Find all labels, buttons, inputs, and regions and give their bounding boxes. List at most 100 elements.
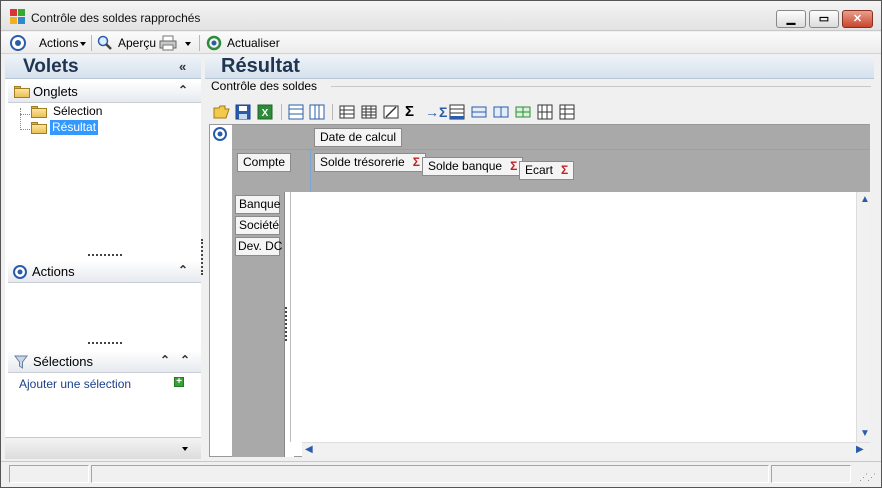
splitter-grip[interactable] (88, 254, 122, 256)
data-field-solde-banque[interactable]: Solde banque Σ (422, 157, 524, 176)
apercu-button[interactable]: Aperçu (118, 35, 156, 51)
volets-title: Volets (23, 56, 79, 77)
percent-grid-icon[interactable] (383, 104, 400, 120)
scroll-right-icon[interactable]: ▶ (856, 445, 864, 455)
open-folder-icon[interactable] (213, 104, 230, 120)
totals-grid-icon[interactable] (449, 104, 466, 120)
scroll-left-icon[interactable]: ◀ (305, 445, 313, 455)
actualiser-button[interactable]: Actualiser (227, 35, 280, 51)
print-button[interactable] (159, 35, 179, 51)
onglets-label: Onglets (33, 84, 78, 99)
add-total-icon[interactable]: →Σ (425, 104, 447, 120)
actions-section-label: Actions (32, 264, 75, 279)
save-icon[interactable] (235, 104, 252, 120)
selections-section-header[interactable]: Sélections ⌃ ⌃ (8, 351, 201, 373)
tree-item-label: Résultat (50, 120, 99, 135)
plus-icon[interactable]: + (174, 377, 184, 387)
scroll-up-icon[interactable]: ▲ (860, 195, 870, 205)
collapse-up-icon[interactable]: ⌃ (160, 353, 170, 367)
pivot-row-field-area: Banque Société Dev. DC (232, 192, 284, 457)
sum-icon[interactable]: Σ (405, 104, 422, 120)
add-selection-link[interactable]: Ajouter une sélection (19, 377, 131, 391)
close-button[interactable]: ✕ (842, 10, 873, 28)
folder-icon (31, 106, 47, 118)
data-field-solde-tresorerie[interactable]: Solde trésorerie Σ (314, 153, 426, 172)
expand-columns-icon[interactable] (493, 104, 510, 120)
filter-icon (14, 355, 28, 372)
maximize-button[interactable]: ▭ (809, 10, 839, 28)
resize-grip-icon[interactable]: ⋰⋰ (859, 472, 876, 483)
actions-menu-label: Actions (39, 36, 79, 50)
pivot-grid: Date de calcul Compte Solde trésorerie Σ … (209, 124, 870, 457)
minimize-icon: ▁ (786, 13, 796, 25)
collapse-section-icon[interactable]: ⌃ (180, 353, 190, 367)
header-divider (310, 149, 311, 192)
status-cell (91, 465, 769, 483)
maximize-icon: ▭ (818, 13, 830, 25)
layout-rows-icon[interactable] (288, 104, 305, 120)
row-header-field-compte[interactable]: Compte (237, 153, 292, 172)
collapse-columns-icon[interactable] (537, 104, 554, 120)
onglets-section-header[interactable]: Onglets ⌃ (8, 81, 201, 103)
sigma-icon: Σ (510, 159, 518, 173)
folder-icon (14, 86, 30, 98)
column-resize-grip[interactable] (285, 307, 287, 341)
row-field-dev-dc[interactable]: Dev. DC (235, 237, 282, 256)
left-pane: Volets « Onglets ⌃ Sélection Résultat Ac… (5, 55, 201, 459)
actions-section-header[interactable]: Actions ⌃ (8, 261, 201, 283)
expand-rows-icon[interactable] (471, 104, 488, 120)
pivot-header-area: Date de calcul Compte Solde trésorerie Σ … (232, 125, 870, 192)
status-cell (771, 465, 851, 483)
status-bar: ⋰⋰ (1, 461, 881, 487)
collapse-section-icon[interactable]: ⌃ (178, 263, 188, 277)
grid-dense-icon[interactable] (361, 104, 378, 120)
sigma-icon: Σ (412, 155, 420, 169)
toolbar-separator (281, 104, 282, 120)
main-window: Contrôle des soldes rapprochés ▁ ▭ ✕ Act… (0, 0, 882, 488)
page-title: Résultat (221, 55, 300, 77)
layout-columns-icon[interactable] (309, 104, 326, 120)
chevron-down-icon (185, 41, 191, 46)
grid-toolbar: X Σ →Σ (209, 101, 869, 123)
column-field-date-de-calcul[interactable]: Date de calcul (314, 128, 403, 147)
collapse-rows-icon[interactable] (559, 104, 576, 120)
scroll-down-icon[interactable]: ▼ (860, 429, 870, 439)
toolbar-separator (199, 35, 200, 51)
chevron-down-icon[interactable] (182, 447, 188, 451)
grid-icon[interactable] (339, 104, 356, 120)
data-field-label: Solde trésorerie (320, 155, 405, 169)
collapse-pane-icon[interactable]: « (179, 59, 186, 74)
app-icon (10, 9, 26, 25)
minimize-button[interactable]: ▁ (776, 10, 806, 28)
title-bar: Contrôle des soldes rapprochés ▁ ▭ ✕ (1, 1, 881, 31)
pivot-data-area[interactable] (294, 192, 856, 442)
group-box-line (331, 86, 871, 87)
splitter-grip[interactable] (88, 342, 122, 344)
svg-text:X: X (262, 108, 269, 119)
magnifier-icon (97, 35, 115, 51)
toolbar-separator (332, 104, 333, 120)
volets-header: Volets « (5, 55, 201, 79)
row-field-banque[interactable]: Banque (235, 195, 280, 214)
pivot-options-icon[interactable] (213, 127, 227, 144)
toolbar-separator (91, 35, 92, 51)
expand-all-icon[interactable] (515, 104, 532, 120)
vertical-splitter[interactable] (201, 239, 203, 275)
row-field-societe[interactable]: Société (235, 216, 280, 235)
status-cell (9, 465, 89, 483)
selections-section-label: Sélections (33, 354, 93, 369)
data-field-ecart[interactable]: Ecart Σ (519, 161, 575, 180)
vertical-scrollbar[interactable]: ▲ ▼ (856, 192, 870, 442)
actions-menu-button[interactable]: Actions (39, 35, 87, 51)
actions-icon (10, 35, 28, 51)
window-title: Contrôle des soldes rapprochés (31, 11, 201, 25)
open-folder-icon (31, 122, 47, 134)
group-box-label: Contrôle des soldes (209, 79, 320, 93)
excel-export-icon[interactable]: X (257, 104, 274, 120)
collapse-section-icon[interactable]: ⌃ (178, 83, 188, 97)
chevron-down-icon (80, 41, 87, 46)
main-toolbar: Actions Aperçu Actualiser (1, 32, 881, 54)
print-dropdown-button[interactable] (183, 35, 191, 51)
horizontal-scrollbar[interactable]: ◀ ▶ (302, 442, 870, 457)
header-divider (232, 149, 870, 150)
